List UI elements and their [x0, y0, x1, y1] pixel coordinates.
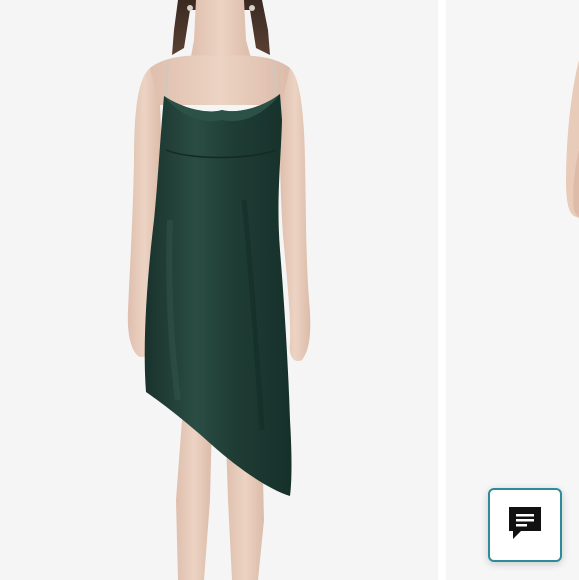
- product-photo: [0, 0, 438, 580]
- chat-bubble-icon: [507, 505, 543, 546]
- product-image-gallery[interactable]: [0, 0, 579, 580]
- slide-divider: [438, 0, 446, 580]
- product-image-slide-current[interactable]: [0, 0, 438, 580]
- chat-button[interactable]: [488, 488, 562, 562]
